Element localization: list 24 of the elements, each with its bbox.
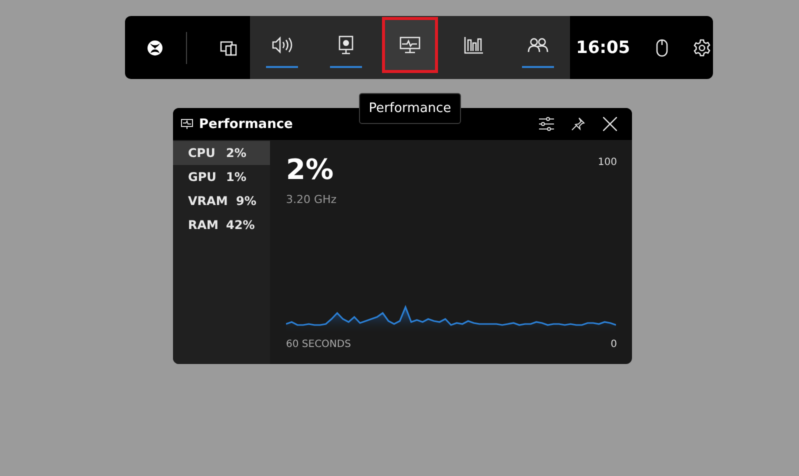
mouse-icon	[656, 39, 668, 57]
metric-tab[interactable]: RAM 42%	[173, 213, 270, 237]
clock: 16:05	[576, 38, 630, 58]
axis-min-label: 0	[610, 339, 617, 350]
monitor-icon	[399, 36, 421, 54]
pin-icon	[571, 117, 585, 131]
usage-reading: 2%	[286, 154, 334, 186]
metric-tab[interactable]: CPU 2%	[173, 141, 270, 165]
time-span-label: 60 SECONDS	[286, 339, 351, 350]
webcam-icon	[338, 35, 354, 55]
bar-chart-icon	[464, 36, 484, 54]
panel-title: Performance	[199, 116, 294, 132]
tooltip: Performance	[359, 93, 461, 124]
speaker-icon	[271, 36, 293, 54]
metric-tab[interactable]: VRAM 9%	[173, 189, 270, 213]
monitor-icon	[181, 119, 193, 129]
clock-speed: 3.20 GHz	[286, 193, 337, 206]
close-icon	[603, 117, 617, 131]
settings-icon	[693, 39, 712, 57]
sliders-icon	[538, 117, 554, 131]
performance-button[interactable]	[382, 17, 438, 73]
people-icon	[527, 36, 549, 54]
axis-max-label: 100	[598, 157, 617, 170]
metric-tab[interactable]: GPU 1%	[173, 165, 270, 189]
